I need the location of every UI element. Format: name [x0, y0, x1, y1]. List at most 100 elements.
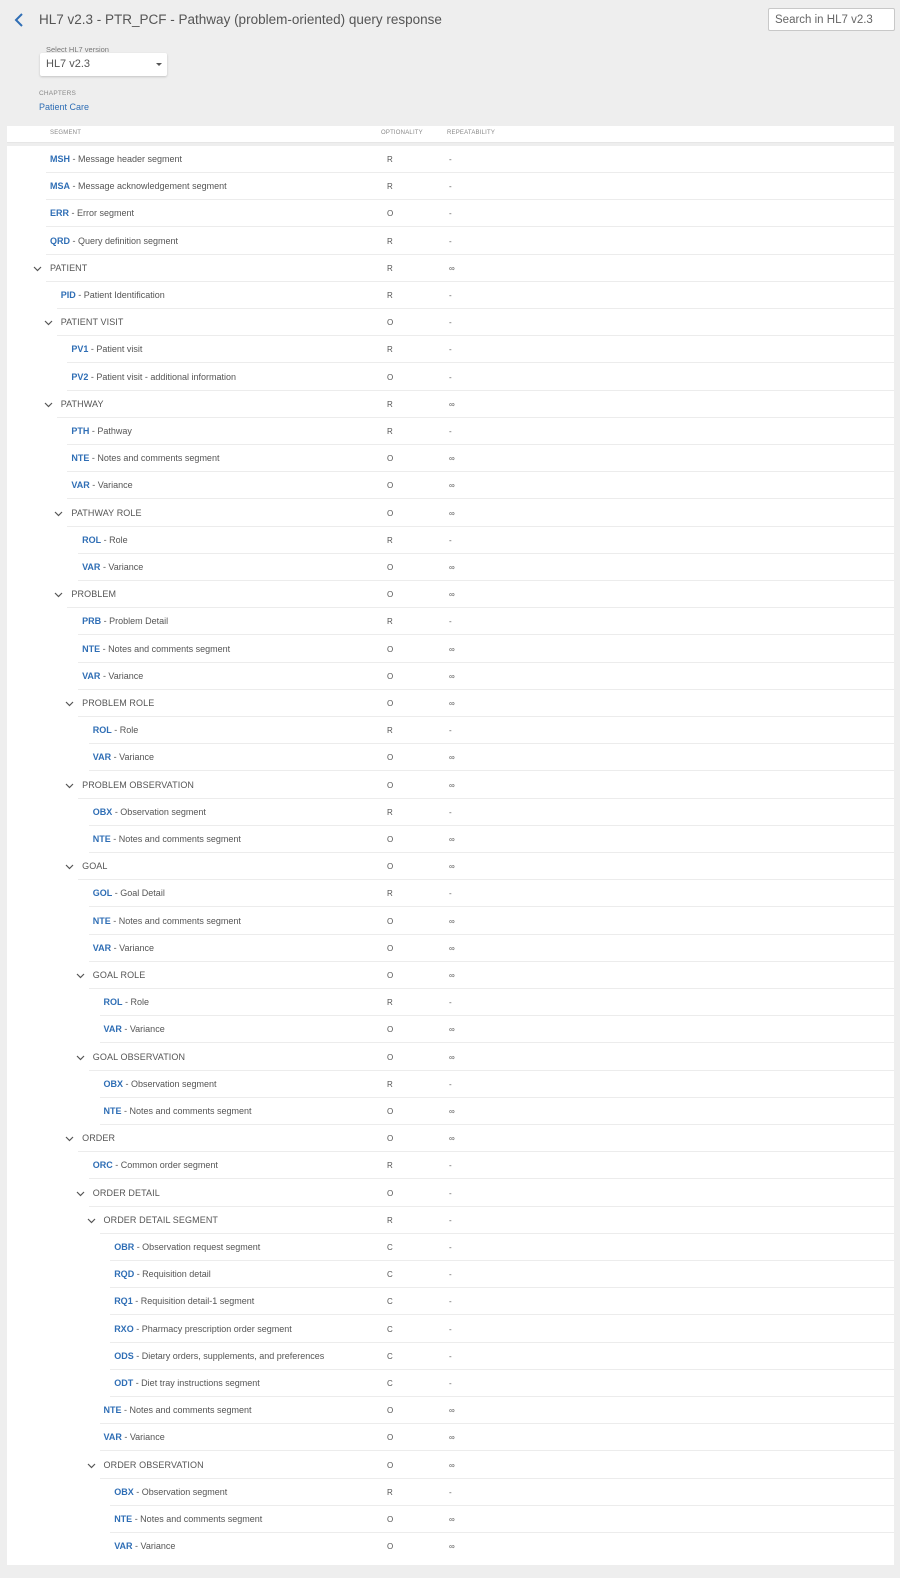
- group-row[interactable]: PATIENT R ∞: [7, 255, 894, 282]
- chevron-down-icon[interactable]: [65, 1134, 74, 1143]
- group-row[interactable]: PROBLEM OBSERVATION O ∞: [7, 772, 894, 799]
- segment-code-link[interactable]: OBX: [104, 1079, 124, 1089]
- segment-code-link[interactable]: NTE: [71, 453, 89, 463]
- segment-code-link[interactable]: ROL: [104, 997, 123, 1007]
- group-row[interactable]: PROBLEM O ∞: [7, 581, 894, 609]
- segment-code-link[interactable]: ORC: [93, 1160, 113, 1170]
- chevron-down-icon[interactable]: [65, 862, 74, 871]
- segment-code-link[interactable]: ERR: [50, 208, 69, 218]
- segment-code-link[interactable]: NTE: [104, 1405, 122, 1415]
- group-name[interactable]: PATIENT VISIT: [61, 317, 124, 327]
- optionality-value: O: [387, 780, 394, 790]
- group-name[interactable]: PROBLEM OBSERVATION: [82, 780, 194, 790]
- segment-label: PTH - Pathway: [71, 426, 132, 436]
- segment-label: NTE - Notes and comments segment: [93, 834, 241, 844]
- segment-code-link[interactable]: GOL: [93, 888, 113, 898]
- segment-code-link[interactable]: RXO: [114, 1324, 134, 1334]
- segment-code-link[interactable]: NTE: [93, 916, 111, 926]
- chevron-down-icon[interactable]: [65, 781, 74, 790]
- segment-code-link[interactable]: NTE: [114, 1514, 132, 1524]
- search-input[interactable]: [768, 8, 895, 31]
- group-name[interactable]: PROBLEM ROLE: [82, 698, 154, 708]
- segment-code-link[interactable]: ODS: [114, 1351, 134, 1361]
- back-arrow-icon[interactable]: [11, 11, 29, 29]
- group-row[interactable]: ORDER O ∞: [7, 1125, 894, 1153]
- optionality-value: R: [387, 236, 393, 246]
- segment-code-link[interactable]: ODT: [114, 1378, 133, 1388]
- group-name[interactable]: PATHWAY: [61, 399, 104, 409]
- segment-code-link[interactable]: ROL: [82, 535, 101, 545]
- segment-code-link[interactable]: NTE: [104, 1106, 122, 1116]
- chevron-down-icon[interactable]: [76, 971, 85, 980]
- segment-row: ODS - Dietary orders, supplements, and p…: [7, 1343, 894, 1370]
- segment-code-link[interactable]: VAR: [93, 752, 111, 762]
- segment-code-link[interactable]: PRB: [82, 616, 101, 626]
- optionality-value: R: [387, 427, 393, 436]
- segment-code-link[interactable]: VAR: [104, 1432, 122, 1442]
- group-name[interactable]: GOAL ROLE: [93, 970, 146, 980]
- segment-code-link[interactable]: VAR: [104, 1024, 122, 1034]
- group-row[interactable]: PATHWAY ROLE O ∞: [7, 500, 894, 527]
- segment-code-link[interactable]: VAR: [71, 480, 89, 490]
- segment-code-link[interactable]: VAR: [114, 1541, 132, 1551]
- group-row[interactable]: GOAL ROLE O ∞: [7, 962, 894, 989]
- segment-code-link[interactable]: OBX: [93, 807, 113, 817]
- segment-row: RQ1 - Requisition detail-1 segment C -: [7, 1288, 894, 1316]
- group-name[interactable]: ORDER DETAIL SEGMENT: [104, 1215, 219, 1225]
- chevron-down-icon[interactable]: [76, 1189, 85, 1198]
- group-name[interactable]: ORDER OBSERVATION: [104, 1460, 204, 1470]
- group-name[interactable]: GOAL OBSERVATION: [93, 1052, 185, 1062]
- segment-code-link[interactable]: NTE: [93, 834, 111, 844]
- group-row[interactable]: GOAL O ∞: [7, 853, 894, 881]
- segment-description: - Patient visit: [88, 344, 143, 355]
- group-name[interactable]: ORDER: [82, 1133, 115, 1143]
- segment-code-link[interactable]: RQD: [114, 1269, 134, 1279]
- group-row[interactable]: GOAL OBSERVATION O ∞: [7, 1044, 894, 1071]
- segment-code-link[interactable]: OBR: [114, 1242, 134, 1252]
- group-row[interactable]: ORDER DETAIL O -: [7, 1180, 894, 1207]
- chevron-down-icon[interactable]: [87, 1461, 96, 1470]
- segment-code-link[interactable]: MSH: [50, 154, 70, 164]
- optionality-value: O: [387, 1025, 394, 1035]
- segment-code-link[interactable]: QRD: [50, 236, 70, 246]
- segment-code-link[interactable]: VAR: [93, 943, 111, 953]
- group-row[interactable]: ORDER OBSERVATION O ∞: [7, 1452, 894, 1479]
- segment-code-link[interactable]: PID: [61, 290, 76, 300]
- chevron-down-icon[interactable]: [44, 400, 53, 409]
- version-select[interactable]: HL7 v2.3: [40, 53, 167, 76]
- chevron-down-icon[interactable]: [65, 699, 74, 708]
- chevron-down-icon[interactable]: [54, 590, 63, 599]
- group-name[interactable]: PROBLEM: [71, 589, 116, 599]
- group-row[interactable]: PROBLEM ROLE O ∞: [7, 690, 894, 717]
- segment-row: VAR - Variance O ∞: [7, 1424, 894, 1452]
- segment-code-link[interactable]: RQ1: [114, 1296, 133, 1306]
- segment-code-link[interactable]: MSA: [50, 181, 70, 191]
- group-name[interactable]: PATIENT: [50, 263, 87, 273]
- group-row[interactable]: PATHWAY R ∞: [7, 391, 894, 418]
- chevron-down-icon[interactable]: [76, 1053, 85, 1062]
- optionality-value: R: [387, 617, 393, 627]
- segment-description: - Notes and comments segment: [89, 453, 220, 464]
- segment-code-link[interactable]: VAR: [82, 671, 100, 681]
- segment-description: - Role: [101, 534, 128, 545]
- segment-code-link[interactable]: ROL: [93, 725, 112, 735]
- segment-code-link[interactable]: VAR: [82, 562, 100, 572]
- segment-code-link[interactable]: PV1: [71, 344, 88, 354]
- repeatability-value: -: [449, 427, 452, 436]
- chevron-down-icon[interactable]: [33, 264, 42, 273]
- group-row[interactable]: ORDER DETAIL SEGMENT R -: [7, 1207, 894, 1234]
- chapter-link-patient-care[interactable]: Patient Care: [39, 102, 89, 112]
- group-name[interactable]: PATHWAY ROLE: [71, 508, 141, 518]
- segment-description: - Variance: [111, 942, 154, 953]
- chevron-down-icon[interactable]: [54, 509, 63, 518]
- segment-code-link[interactable]: PTH: [71, 426, 89, 436]
- segment-description: - Observation segment: [133, 1486, 228, 1497]
- chevron-down-icon[interactable]: [87, 1216, 96, 1225]
- group-name[interactable]: ORDER DETAIL: [93, 1188, 160, 1198]
- group-name[interactable]: GOAL: [82, 861, 107, 871]
- chevron-down-icon[interactable]: [44, 318, 53, 327]
- segment-code-link[interactable]: OBX: [114, 1487, 134, 1497]
- segment-code-link[interactable]: PV2: [71, 372, 88, 382]
- segment-code-link[interactable]: NTE: [82, 644, 100, 654]
- group-row[interactable]: PATIENT VISIT O -: [7, 309, 894, 337]
